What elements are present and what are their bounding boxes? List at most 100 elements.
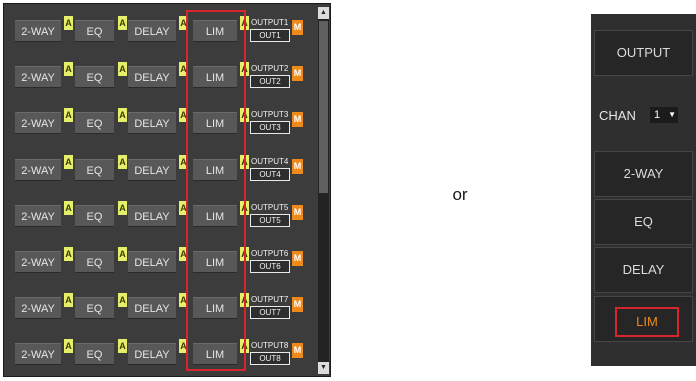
a-badge[interactable]: A: [179, 154, 188, 169]
scroll-down-icon[interactable]: ▼: [318, 362, 329, 374]
a-badge[interactable]: A: [179, 16, 188, 30]
output-row: 2-WAY A EQ A DELAY A LIM A OUTPUT4 OUT4 M: [4, 147, 316, 193]
lim-button[interactable]: LIM: [193, 343, 237, 366]
scrollbar[interactable]: ▲ ▼: [318, 7, 329, 374]
output-button[interactable]: OUT2: [250, 75, 290, 89]
scroll-thumb[interactable]: [319, 21, 328, 193]
two-way-button[interactable]: 2-WAY: [15, 251, 61, 273]
triangle-down-icon: ▼: [668, 110, 676, 119]
output-button[interactable]: OUTPUT: [594, 30, 693, 76]
output-button[interactable]: OUT6: [250, 260, 290, 273]
a-badge[interactable]: A: [118, 293, 127, 308]
eq-button[interactable]: EQ: [75, 20, 114, 42]
delay-button[interactable]: DELAY: [594, 247, 693, 293]
mute-button[interactable]: M: [292, 66, 303, 82]
two-way-button[interactable]: 2-WAY: [15, 158, 61, 181]
a-badge[interactable]: A: [240, 108, 249, 123]
a-badge[interactable]: A: [240, 16, 249, 30]
a-badge[interactable]: A: [240, 293, 249, 308]
two-way-button[interactable]: 2-WAY: [15, 66, 61, 89]
a-badge[interactable]: A: [118, 247, 127, 261]
a-badge[interactable]: A: [179, 293, 188, 308]
a-badge[interactable]: A: [118, 339, 127, 354]
mute-button[interactable]: M: [292, 343, 303, 359]
a-badge[interactable]: A: [118, 16, 127, 30]
a-badge[interactable]: A: [179, 339, 188, 354]
output-button[interactable]: OUT3: [250, 121, 290, 135]
a-badge[interactable]: A: [64, 200, 73, 215]
output-button[interactable]: OUT4: [250, 167, 290, 181]
lim-button[interactable]: LIM: [193, 297, 237, 320]
delay-button[interactable]: DELAY: [128, 343, 176, 366]
a-badge[interactable]: A: [179, 62, 188, 77]
lim-button[interactable]: LIM: [193, 158, 237, 181]
lim-button[interactable]: LIM: [594, 296, 693, 342]
a-badge[interactable]: A: [118, 200, 127, 215]
a-badge[interactable]: A: [179, 108, 188, 123]
eq-button[interactable]: EQ: [594, 199, 693, 245]
a-badge[interactable]: A: [64, 62, 73, 77]
two-way-button[interactable]: 2-WAY: [15, 204, 61, 227]
a-badge[interactable]: A: [64, 154, 73, 169]
lim-button[interactable]: LIM: [193, 112, 237, 135]
mute-button[interactable]: M: [292, 297, 303, 313]
a-badge[interactable]: A: [240, 154, 249, 169]
output-button[interactable]: OUT5: [250, 213, 290, 227]
two-way-button[interactable]: 2-WAY: [15, 112, 61, 135]
mute-button[interactable]: M: [292, 251, 303, 266]
eq-button[interactable]: EQ: [75, 251, 114, 273]
mute-button[interactable]: M: [292, 158, 303, 174]
eq-button[interactable]: EQ: [75, 204, 114, 227]
lim-button[interactable]: LIM: [193, 204, 237, 227]
mute-button[interactable]: M: [292, 20, 303, 35]
lim-button[interactable]: LIM: [193, 20, 237, 42]
two-way-button[interactable]: 2-WAY: [594, 151, 693, 197]
a-badge[interactable]: A: [64, 339, 73, 354]
a-badge[interactable]: A: [240, 62, 249, 77]
a-badge[interactable]: A: [64, 293, 73, 308]
delay-button[interactable]: DELAY: [128, 297, 176, 320]
output-name-label: OUTPUT3: [251, 110, 289, 120]
lim-button[interactable]: LIM: [193, 66, 237, 89]
mute-button[interactable]: M: [292, 112, 303, 128]
output-block: OUTPUT2 OUT2: [250, 63, 290, 90]
eq-button[interactable]: EQ: [75, 66, 114, 89]
a-badge[interactable]: A: [179, 247, 188, 261]
a-badge[interactable]: A: [118, 62, 127, 77]
output-name-label: OUTPUT8: [251, 341, 289, 351]
output-matrix-panel: 2-WAY A EQ A DELAY A LIM A OUTPUT1 OUT1 M 2-WAY A EQ A…: [3, 3, 331, 377]
delay-button[interactable]: DELAY: [128, 158, 176, 181]
two-way-button[interactable]: 2-WAY: [15, 297, 61, 320]
chan-dropdown[interactable]: 1 ▼: [650, 107, 678, 123]
output-row: 2-WAY A EQ A DELAY A LIM A OUTPUT7 OUT7 M: [4, 285, 316, 331]
a-badge[interactable]: A: [64, 108, 73, 123]
mute-button[interactable]: M: [292, 204, 303, 220]
eq-button[interactable]: EQ: [75, 158, 114, 181]
a-badge[interactable]: A: [240, 339, 249, 354]
lim-button[interactable]: LIM: [193, 251, 237, 273]
eq-button[interactable]: EQ: [75, 297, 114, 320]
eq-button[interactable]: EQ: [75, 343, 114, 366]
a-badge[interactable]: A: [64, 16, 73, 30]
output-button[interactable]: OUT8: [250, 352, 290, 366]
a-badge[interactable]: A: [118, 108, 127, 123]
output-button[interactable]: OUT7: [250, 306, 290, 320]
two-way-button[interactable]: 2-WAY: [15, 20, 61, 42]
delay-button[interactable]: DELAY: [128, 251, 176, 273]
a-badge[interactable]: A: [64, 247, 73, 261]
a-badge[interactable]: A: [240, 200, 249, 215]
output-button[interactable]: OUT1: [250, 29, 290, 42]
delay-button[interactable]: DELAY: [128, 204, 176, 227]
a-badge[interactable]: A: [179, 200, 188, 215]
chan-value: 1: [654, 109, 661, 121]
delay-button[interactable]: DELAY: [128, 20, 176, 42]
a-badge[interactable]: A: [240, 247, 249, 261]
output-block: OUTPUT4 OUT4: [250, 156, 290, 183]
delay-button[interactable]: DELAY: [128, 66, 176, 89]
a-badge[interactable]: A: [118, 154, 127, 169]
two-way-button[interactable]: 2-WAY: [15, 343, 61, 366]
delay-button[interactable]: DELAY: [128, 112, 176, 135]
output-block: OUTPUT5 OUT5: [250, 202, 290, 229]
scroll-up-icon[interactable]: ▲: [318, 7, 329, 19]
eq-button[interactable]: EQ: [75, 112, 114, 135]
